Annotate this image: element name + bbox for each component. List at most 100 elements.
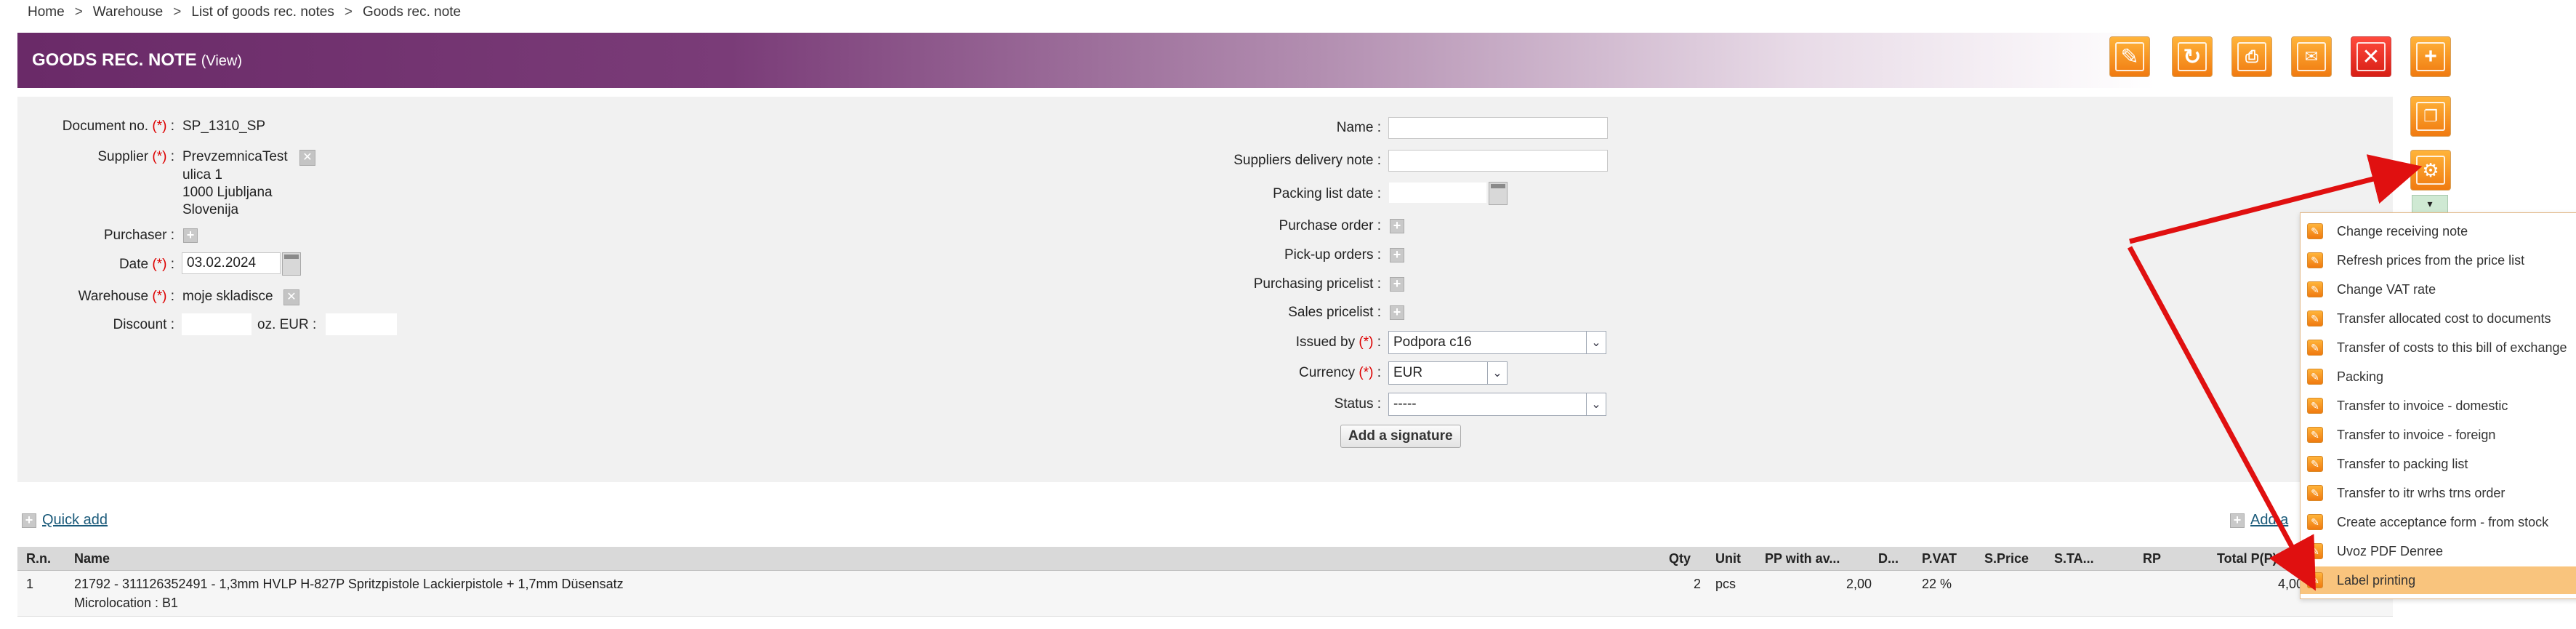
quick-add: + Quick add — [22, 512, 108, 529]
pencil-icon: ✎ — [2307, 223, 2323, 239]
menu-item[interactable]: ✎ Create acceptance form - from stock — [2301, 508, 2576, 536]
menu-item-label: Change VAT rate — [2337, 282, 2436, 297]
pencil-icon: ✎ — [2307, 398, 2323, 414]
breadcrumb-current: Goods rec. note — [362, 4, 462, 20]
copy-button[interactable]: ❐ — [2410, 96, 2451, 137]
currency-select[interactable]: EUR ⌄ — [1388, 361, 1508, 385]
col-sprice[interactable]: S.Price — [1984, 551, 2029, 566]
status-label: Status : — [1334, 396, 1381, 412]
date-label: Date (*) : — [118, 257, 174, 272]
add-sales-pricelist-icon[interactable]: + — [1390, 305, 1404, 320]
pencil-icon: ✎ — [2120, 44, 2139, 69]
page-subtitle: (View) — [201, 53, 242, 69]
settings-button[interactable]: ⚙ — [2410, 150, 2451, 191]
breadcrumb-separator: > — [74, 4, 83, 20]
menu-item[interactable]: ✎ Uvoz PDF Denree — [2301, 537, 2576, 565]
menu-item[interactable]: ✎ Transfer to packing list — [2301, 450, 2576, 478]
breadcrumb-home[interactable]: Home — [28, 4, 65, 20]
date-input[interactable]: 03.02.2024 — [182, 252, 281, 274]
close-icon: ✕ — [2362, 44, 2380, 69]
add-purchaser-icon[interactable]: + — [183, 228, 198, 243]
add-signature-button[interactable]: Add a signature — [1340, 425, 1461, 448]
add-button[interactable]: + — [2410, 36, 2451, 77]
dropdown-toggle[interactable]: ▾ — [2412, 195, 2448, 214]
col-total[interactable]: Total P(P) — [2217, 551, 2277, 566]
menu-item[interactable]: ✎ Packing — [2301, 363, 2576, 390]
caret-down-icon: ▾ — [2427, 198, 2433, 209]
add-purchasing-pricelist-icon[interactable]: + — [1390, 277, 1404, 292]
warehouse-value[interactable]: moje skladisce — [182, 289, 273, 305]
col-pvat[interactable]: P.VAT — [1922, 551, 1957, 566]
discount-eur-label: oz. EUR : — [257, 317, 317, 332]
pencil-icon: ✎ — [2307, 485, 2323, 501]
col-name[interactable]: Name — [74, 551, 110, 566]
issued-by-select[interactable]: Podpora c16 ⌄ — [1388, 331, 1606, 354]
purchasing-pricelist-label: Purchasing pricelist : — [1253, 276, 1381, 292]
envelope-icon: ✉ — [2304, 47, 2319, 65]
breadcrumb-list[interactable]: List of goods rec. notes — [191, 4, 334, 20]
col-pp-with-av[interactable]: PP with av... — [1765, 551, 1840, 566]
row-pvat: 22 % — [1922, 577, 1952, 591]
gear-icon: ⚙ — [2422, 159, 2439, 181]
menu-item-label: Transfer of costs to this bill of exchan… — [2337, 340, 2567, 355]
clear-supplier-icon[interactable]: ✕ — [299, 150, 315, 166]
add-link[interactable]: Add a — [2250, 512, 2288, 528]
breadcrumb: Home > Warehouse > List of goods rec. notes >… — [28, 4, 461, 20]
col-qty[interactable]: Qty — [1669, 551, 1691, 566]
clear-warehouse-icon[interactable]: ✕ — [283, 289, 299, 305]
calendar-icon[interactable] — [282, 252, 301, 276]
menu-item[interactable]: ✎ Change VAT rate — [2301, 276, 2576, 303]
name-input[interactable] — [1388, 117, 1608, 139]
add-pickup-order-icon[interactable]: + — [1390, 248, 1404, 263]
issued-by-value: Podpora c16 — [1393, 334, 1472, 350]
col-d[interactable]: D... — [1878, 551, 1899, 566]
menu-item[interactable]: ✎ Change receiving note — [2301, 217, 2576, 245]
menu-item-label: Change receiving note — [2337, 224, 2468, 239]
discount-eur-input[interactable] — [326, 313, 397, 335]
suppliers-delivery-note-input[interactable] — [1388, 150, 1608, 172]
close-button[interactable]: ✕ — [2351, 36, 2391, 77]
print-button[interactable]: ⎙ — [2231, 36, 2272, 77]
menu-item[interactable]: ✎ Transfer to itr wrhs trns order — [2301, 479, 2576, 507]
menu-item-label: Packing — [2337, 369, 2384, 384]
menu-item-label: Label printing — [2337, 573, 2416, 588]
menu-item[interactable]: ✎ Transfer to invoice - domestic — [2301, 392, 2576, 420]
col-rp[interactable]: RP — [2143, 551, 2161, 566]
status-select[interactable]: ----- ⌄ — [1388, 393, 1606, 416]
pencil-icon: ✎ — [2307, 340, 2323, 356]
row-rn: 1 — [26, 577, 34, 591]
email-button[interactable]: ✉ — [2291, 36, 2332, 77]
supplier-name[interactable]: PrevzemnicaTest — [182, 149, 288, 165]
menu-item[interactable]: ✎ Transfer of costs to this bill of excha… — [2301, 334, 2576, 361]
items-table: R.n. Name Qty Unit PP with av... D... P.… — [17, 547, 2393, 617]
add-purchase-order-icon[interactable]: + — [1390, 219, 1404, 233]
refresh-button[interactable]: ↻ — [2172, 36, 2213, 77]
packing-list-date-input[interactable] — [1388, 182, 1487, 204]
name-label: Name : — [1336, 120, 1381, 135]
plus-icon: + — [2424, 44, 2437, 68]
breadcrumb-separator: > — [344, 4, 353, 20]
copy-icon: ❐ — [2423, 107, 2438, 125]
calendar-icon[interactable] — [1489, 182, 1508, 205]
breadcrumb-warehouse[interactable]: Warehouse — [93, 4, 163, 20]
table-row[interactable]: 1 21792 - 311126352491 - 1,3mm HVLP H-82… — [17, 571, 2393, 617]
add-link-area: + Add a — [2230, 512, 2288, 529]
col-sta[interactable]: S.TA... — [2054, 551, 2094, 566]
row-microlocation: Microlocation : B1 — [74, 596, 179, 610]
menu-item-label: Uvoz PDF Denree — [2337, 544, 2444, 558]
menu-item-label: Transfer allocated cost to documents — [2337, 311, 2551, 326]
col-unit[interactable]: Unit — [1715, 551, 1741, 566]
menu-item[interactable]: ✎ Label printing — [2301, 566, 2576, 594]
document-no-label: Document no. (*) : — [62, 119, 174, 134]
col-rn[interactable]: R.n. — [26, 551, 51, 566]
supplier-address-line1: ulica 1 — [182, 167, 222, 183]
menu-item[interactable]: ✎ Transfer allocated cost to documents — [2301, 305, 2576, 332]
pencil-icon: ✎ — [2307, 543, 2323, 559]
menu-item[interactable]: ✎ Transfer to invoice - foreign — [2301, 421, 2576, 449]
edit-button[interactable]: ✎ — [2109, 36, 2150, 77]
menu-item[interactable]: ✎ Refresh prices from the price list — [2301, 247, 2576, 274]
quick-add-link[interactable]: Quick add — [42, 512, 108, 528]
breadcrumb-separator: > — [173, 4, 182, 20]
discount-input[interactable] — [182, 313, 251, 335]
chevron-down-icon: ⌄ — [1487, 362, 1507, 384]
